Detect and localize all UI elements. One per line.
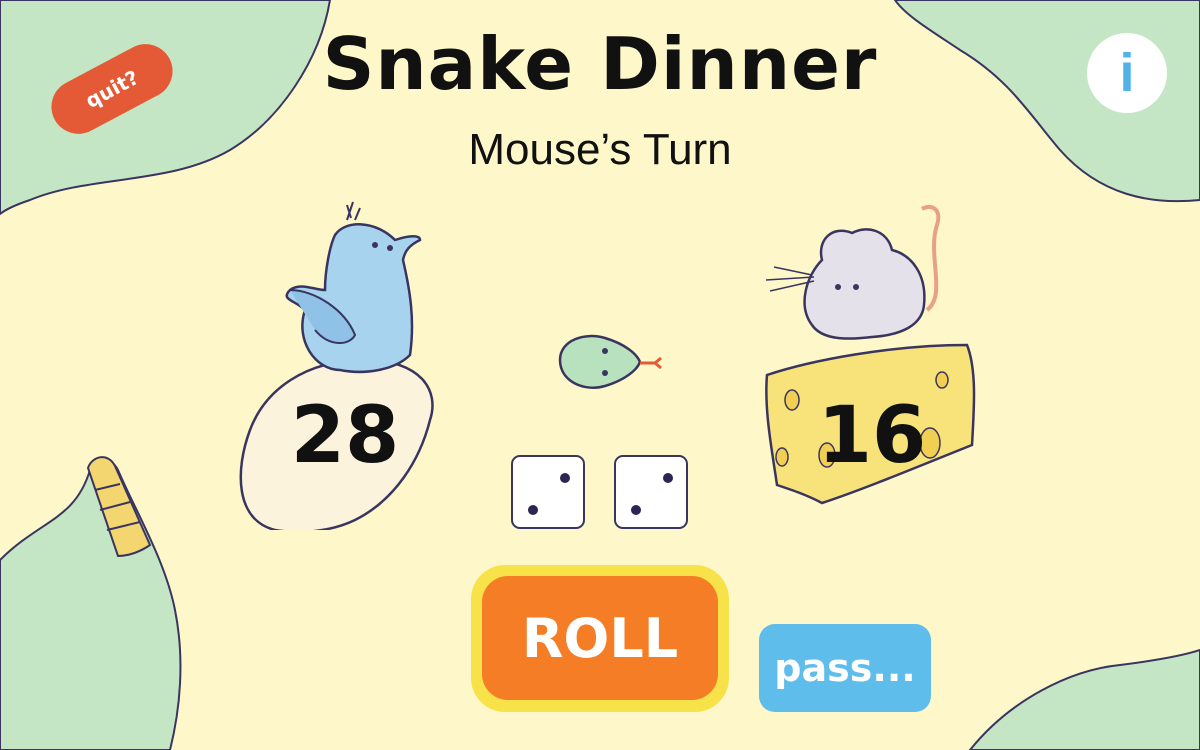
die-2 [614,455,688,529]
die-pip [528,505,538,515]
die-pip [560,473,570,483]
snake-tail [0,457,182,750]
corner-blob-bottom-right [968,648,1200,750]
die-pip [631,505,641,515]
roll-button[interactable]: ROLL [482,576,718,700]
mouse-score: 16 [817,391,927,481]
bird-score: 28 [290,391,400,481]
die-1 [511,455,585,529]
pass-button[interactable]: pass... [759,624,931,712]
game-title: Snake Dinner [322,22,878,106]
die-pip [663,473,673,483]
snake-head-icon [558,334,662,389]
bird-icon [285,201,422,374]
info-button[interactable]: i [1087,33,1167,113]
turn-indicator: Mouse’s Turn [468,125,732,174]
mouse-icon [765,204,941,340]
